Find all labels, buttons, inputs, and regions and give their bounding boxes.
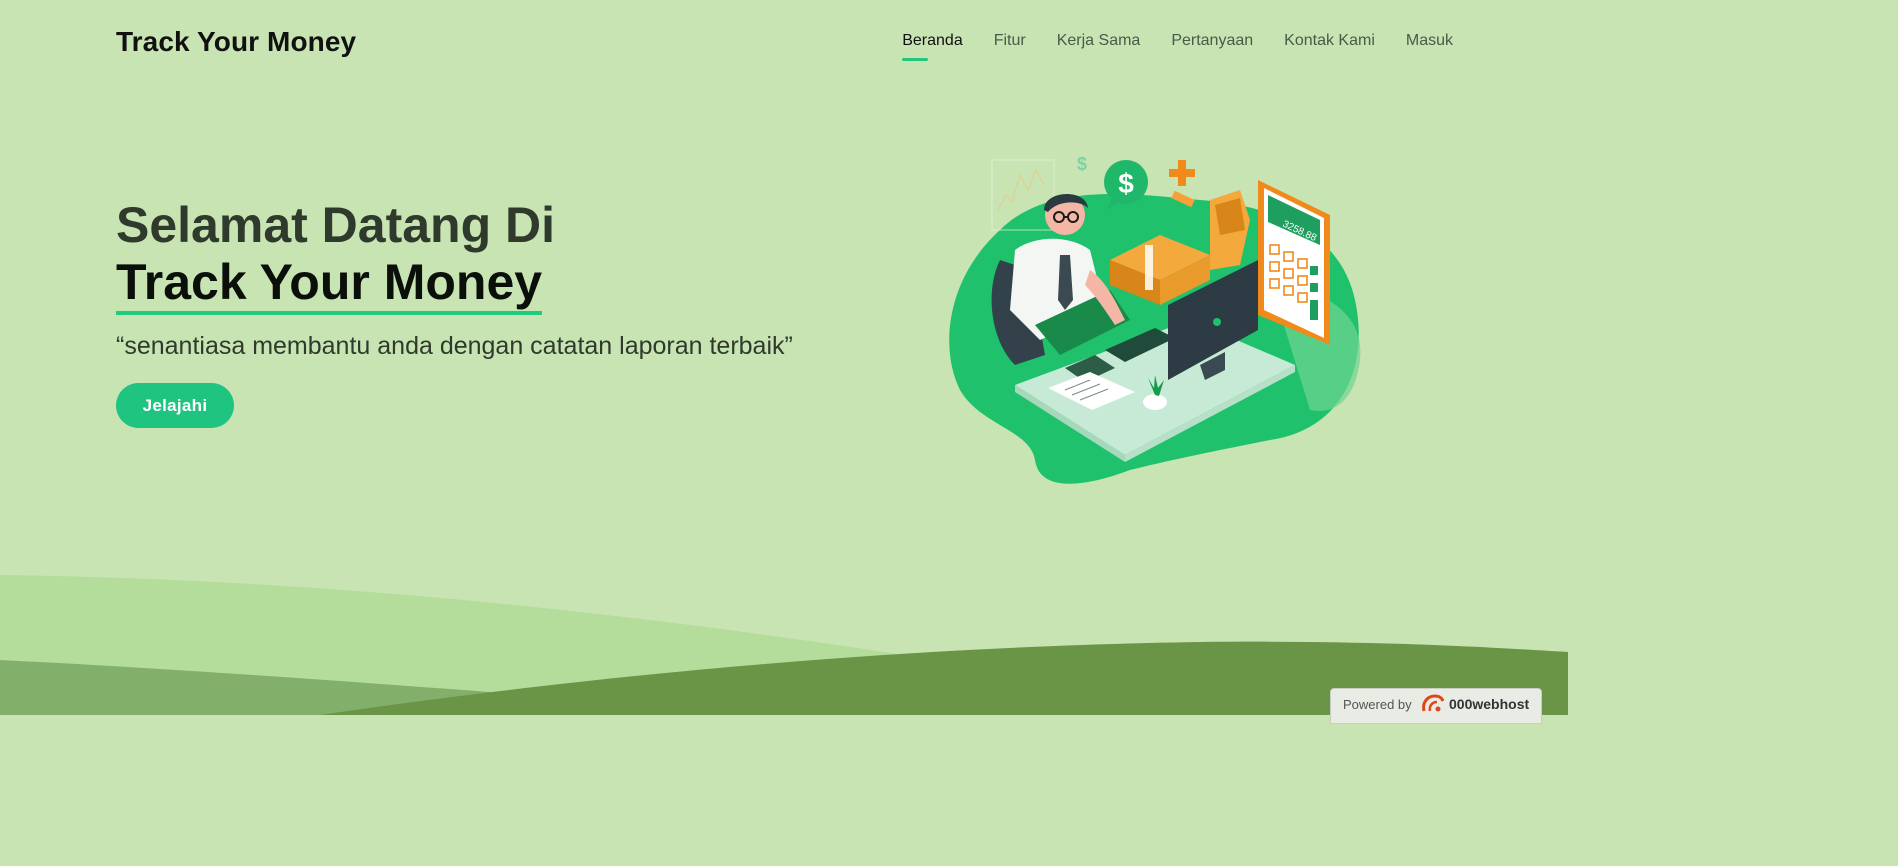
nav-item-fitur[interactable]: Fitur [994,32,1026,50]
hero-heading-line1: Selamat Datang Di [116,197,556,253]
000webhost-logo-icon [1422,694,1445,712]
host-name: 000webhost [1449,696,1530,712]
nav-item-beranda[interactable]: Beranda [902,32,963,61]
webhost-badge[interactable]: Powered by 000webhost [1330,688,1542,724]
navbar: Track Your Money Beranda Fitur Kerja Sam… [0,0,1568,80]
nav-item-kontak-kami[interactable]: Kontak Kami [1284,32,1375,50]
powered-by-label: Powered by [1343,697,1412,712]
nav-item-kerja-sama[interactable]: Kerja Sama [1057,32,1141,50]
jelajahi-button[interactable]: Jelajahi [116,383,234,428]
finance-man-at-desk-illustration: $ $ 3258.88 [949,154,1361,484]
small-dollar-icon: $ [1077,154,1087,174]
nav-item-pertanyaan[interactable]: Pertanyaan [1171,32,1253,50]
svg-text:$: $ [1118,168,1134,199]
hero-heading-line2: Track Your Money [116,253,543,315]
main-nav: Beranda Fitur Kerja Sama Pertanyaan Kont… [902,32,1453,61]
hero-tagline: “senantiasa membantu anda dengan catatan… [116,332,793,360]
nav-item-masuk[interactable]: Masuk [1406,32,1453,50]
site-logo[interactable]: Track Your Money [116,26,356,58]
